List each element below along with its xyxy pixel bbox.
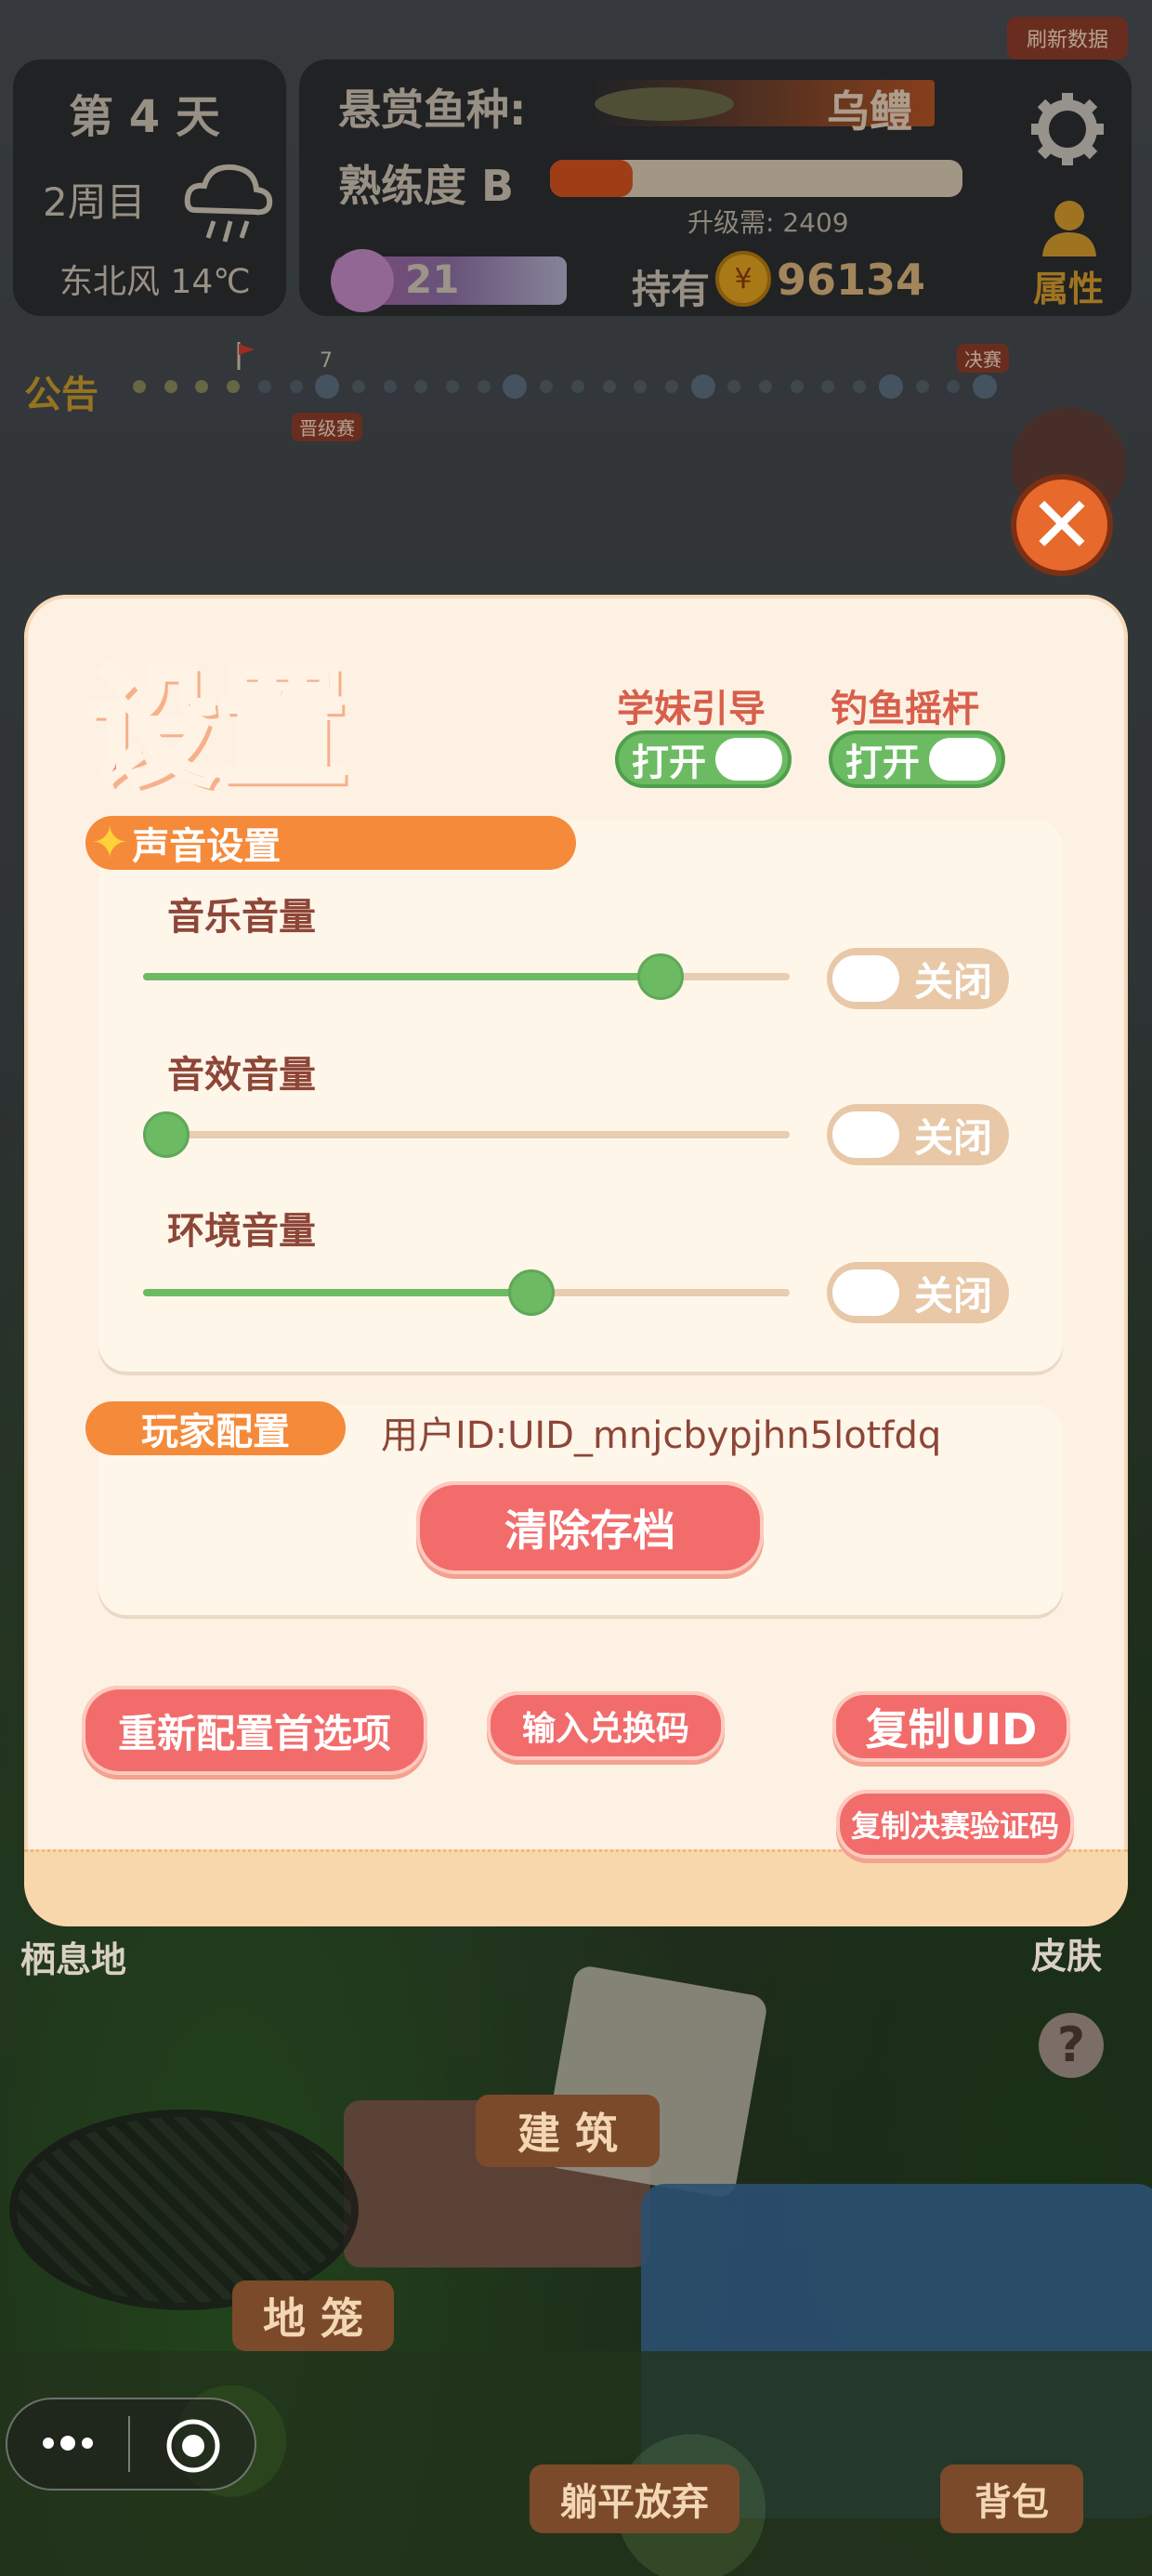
toggle-knob	[715, 738, 782, 781]
ambient-volume-label: 环境音量	[167, 1210, 316, 1253]
ambient-mute-state: 关闭	[914, 1272, 993, 1319]
build-button[interactable]: 建 筑	[476, 2095, 660, 2167]
ambient-mute-toggle[interactable]: 关闭	[827, 1262, 1009, 1323]
slider-knob[interactable]	[636, 953, 684, 1000]
slider-knob[interactable]	[143, 1111, 190, 1158]
fish-trap-button[interactable]: 地 笼	[232, 2280, 394, 2351]
toggle-knob	[832, 955, 899, 1002]
guide-toggle-label: 学妹引导	[617, 688, 766, 730]
player-config-tag: 玩家配置	[85, 1401, 346, 1455]
close-miniprogram-icon[interactable]	[165, 2418, 221, 2474]
skin-label[interactable]: 皮肤	[1031, 1927, 1102, 1978]
music-volume-slider[interactable]	[143, 953, 790, 1000]
toggle-knob	[929, 738, 996, 781]
give-up-button[interactable]: 躺平放弃	[530, 2464, 740, 2533]
toggle-knob	[832, 1111, 899, 1158]
sfx-mute-state: 关闭	[914, 1114, 993, 1161]
joystick-toggle-label: 钓鱼摇杆	[831, 688, 979, 730]
ambient-volume-slider[interactable]	[143, 1269, 790, 1316]
capsule-divider	[128, 2416, 130, 2472]
guide-toggle-state: 打开	[632, 742, 706, 784]
sfx-mute-toggle[interactable]: 关闭	[827, 1104, 1009, 1165]
slider-fill	[143, 973, 661, 980]
sound-settings-label: 声音设置	[132, 825, 281, 868]
joystick-toggle-state: 打开	[845, 742, 920, 784]
slider-knob[interactable]	[507, 1269, 555, 1316]
sound-settings-tag: ✦ 声音设置	[85, 816, 576, 870]
slider-track	[143, 1131, 790, 1138]
more-options-icon[interactable]	[37, 2429, 98, 2457]
music-volume-label: 音乐音量	[167, 896, 316, 939]
settings-title: 设置	[85, 649, 350, 807]
habitat-label[interactable]: 栖息地	[20, 1931, 126, 1982]
music-mute-state: 关闭	[914, 958, 993, 1005]
slider-fill	[143, 1289, 531, 1296]
toggle-knob	[832, 1269, 899, 1316]
clear-save-button[interactable]: 清除存档	[416, 1481, 764, 1574]
reset-preferences-button[interactable]: 重新配置首选项	[82, 1686, 427, 1775]
copy-uid-button[interactable]: 复制UID	[832, 1691, 1070, 1762]
user-id-text: 用户ID:UID_mnjcbypjhn5lotfdq	[381, 1414, 942, 1457]
sfx-volume-slider[interactable]	[143, 1111, 790, 1158]
copy-final-code-button[interactable]: 复制决赛验证码	[836, 1790, 1074, 1859]
joystick-toggle[interactable]: 打开	[829, 730, 1005, 788]
backpack-button[interactable]: 背包	[940, 2464, 1083, 2533]
help-icon[interactable]: ?	[1039, 2013, 1104, 2078]
sfx-volume-label: 音效音量	[167, 1054, 316, 1097]
redeem-code-button[interactable]: 输入兑换码	[487, 1691, 725, 1760]
music-mute-toggle[interactable]: 关闭	[827, 948, 1009, 1009]
guide-toggle[interactable]: 打开	[615, 730, 792, 788]
settings-modal-footer	[24, 1849, 1128, 1926]
close-settings-button[interactable]: ✕	[1011, 474, 1113, 576]
sparkle-icon: ✦	[91, 817, 129, 869]
